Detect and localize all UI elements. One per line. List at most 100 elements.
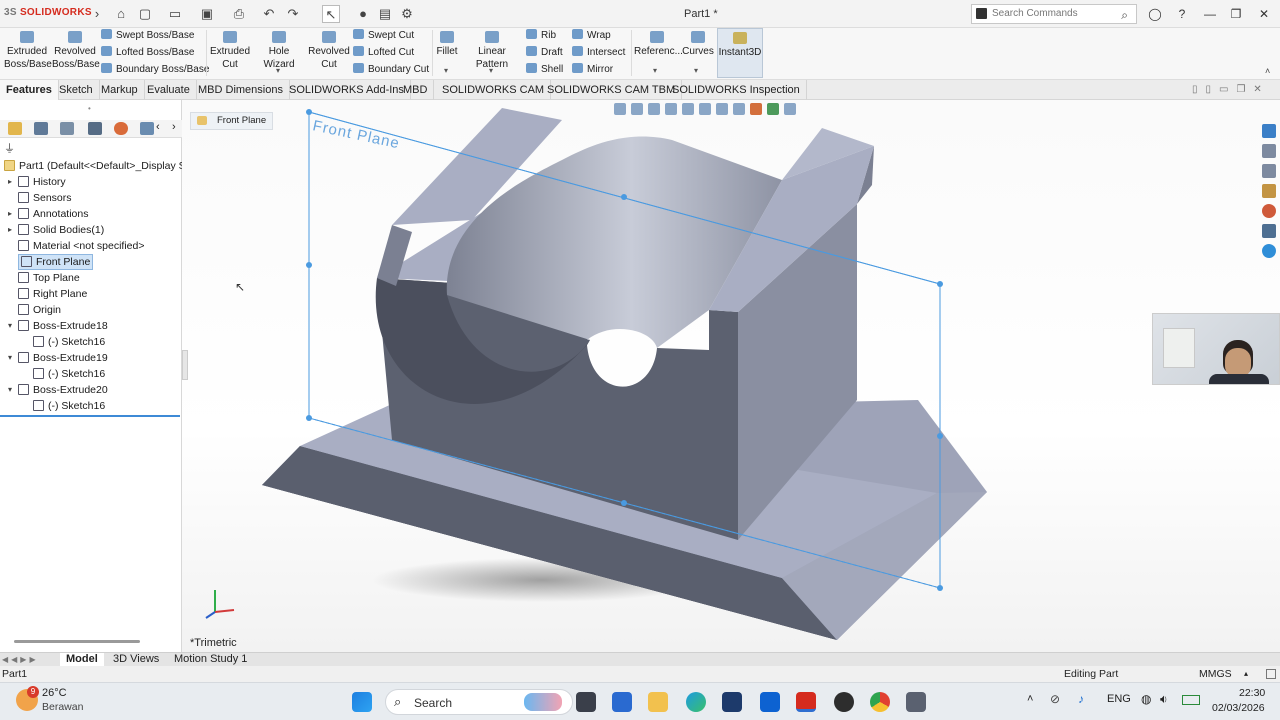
- feature-manager-icon[interactable]: [8, 122, 22, 135]
- traffic-light-icon[interactable]: ●: [354, 5, 372, 23]
- intersect-button[interactable]: Intersect: [572, 46, 625, 60]
- extruded-boss-button[interactable]: Extruded Boss/Base: [4, 31, 52, 71]
- tab-3d-views[interactable]: 3D Views: [107, 653, 165, 667]
- view-palette-icon[interactable]: [1262, 184, 1276, 198]
- tree-item[interactable]: Material <not specified>: [18, 238, 144, 254]
- status-bar-toggle-icon[interactable]: [1266, 669, 1276, 679]
- undo-icon[interactable]: ↶: [260, 5, 278, 23]
- chevron-down-icon[interactable]: ▾: [653, 66, 657, 75]
- chevron-down-icon[interactable]: ▾: [489, 66, 493, 75]
- magnifier-icon[interactable]: ⌕: [1121, 6, 1128, 24]
- language-indicator[interactable]: ENG: [1107, 693, 1131, 705]
- obs-icon[interactable]: [834, 692, 854, 712]
- scroll-right-icon[interactable]: ›: [172, 121, 176, 133]
- network-off-icon[interactable]: ⊘: [1050, 692, 1060, 706]
- units-selector[interactable]: MMGS: [1199, 666, 1232, 682]
- tab-model[interactable]: Model: [60, 653, 104, 667]
- account-icon[interactable]: ◯: [1145, 5, 1165, 23]
- expand-toggle-icon[interactable]: ▾: [8, 318, 12, 334]
- lofted-boss-button[interactable]: Lofted Boss/Base: [101, 46, 194, 60]
- search-commands-input[interactable]: Search Commands ⌕: [971, 4, 1137, 24]
- tree-item[interactable]: (-) Sketch16: [33, 366, 105, 382]
- file-explorer-taskbar-icon[interactable]: [648, 692, 668, 712]
- tab-solidworks-cam-tbm[interactable]: SOLIDWORKS CAM TBM: [541, 80, 683, 100]
- reference-geometry-button[interactable]: Referenc...: [634, 31, 683, 58]
- tree-item[interactable]: ▾ Boss-Extrude18: [8, 318, 108, 334]
- tab-markup[interactable]: Markup: [95, 80, 145, 100]
- select-arrow-icon[interactable]: ↖: [322, 5, 340, 23]
- property-manager-icon[interactable]: [34, 122, 48, 135]
- boundary-cut-button[interactable]: Boundary Cut: [353, 63, 429, 77]
- swept-cut-button[interactable]: Swept Cut: [353, 29, 414, 43]
- tab-solidworks-cam[interactable]: SOLIDWORKS CAM: [436, 80, 552, 100]
- tree-item[interactable]: Right Plane: [18, 286, 87, 302]
- graphics-area[interactable]: Front Plane Front Plane ↖ *Trimetric: [182, 100, 1280, 652]
- plane-handle[interactable]: [306, 109, 312, 115]
- save-icon[interactable]: ▣: [198, 5, 216, 23]
- filter-icon[interactable]: ⏚: [4, 140, 15, 156]
- help-icon[interactable]: ?: [1172, 5, 1192, 23]
- revolved-boss-button[interactable]: Revolved Boss/Base: [52, 31, 100, 71]
- close-button[interactable]: ✕: [1254, 5, 1274, 23]
- plane-handle[interactable]: [306, 262, 312, 268]
- tree-item[interactable]: ▾ Boss-Extrude20: [8, 382, 108, 398]
- pane-splitter-handle[interactable]: [182, 350, 188, 380]
- model-3d-view[interactable]: Front Plane: [182, 100, 1280, 652]
- tab-scroll-icons[interactable]: ◀◀▶▶: [2, 655, 39, 664]
- clock-time[interactable]: 22:30: [1239, 687, 1265, 699]
- expand-toggle-icon[interactable]: ▾: [8, 350, 12, 366]
- curves-button[interactable]: Curves: [682, 31, 714, 58]
- tree-item[interactable]: Top Plane: [18, 270, 80, 286]
- display-manager-icon[interactable]: [114, 122, 128, 135]
- instant3d-button[interactable]: Instant3D: [717, 28, 763, 78]
- draft-button[interactable]: Draft: [526, 46, 563, 60]
- dimxpert-icon[interactable]: [88, 122, 102, 135]
- viewport-window-controls[interactable]: ▯▯▭❐✕: [1192, 84, 1270, 95]
- expand-toggle-icon[interactable]: ▸: [8, 174, 12, 190]
- tree-item[interactable]: Front Plane: [18, 254, 94, 270]
- custom-properties-icon[interactable]: [1262, 224, 1276, 238]
- expand-toggle-icon[interactable]: ▾: [8, 382, 12, 398]
- chevron-down-icon[interactable]: ▾: [694, 66, 698, 75]
- plane-handle[interactable]: [937, 585, 943, 591]
- solidworks-taskbar-icon[interactable]: [796, 692, 816, 712]
- minimize-button[interactable]: —: [1200, 5, 1220, 23]
- plane-handle[interactable]: [621, 500, 627, 506]
- wrap-button[interactable]: Wrap: [572, 29, 611, 43]
- app-icon[interactable]: [722, 692, 742, 712]
- configuration-manager-icon[interactable]: [60, 122, 74, 135]
- design-library-icon[interactable]: [1262, 144, 1276, 158]
- chevron-down-icon[interactable]: ▾: [276, 66, 280, 75]
- chrome-icon[interactable]: [870, 692, 890, 712]
- tree-item[interactable]: ▸ Solid Bodies(1): [8, 222, 104, 238]
- tree-item[interactable]: Sensors: [18, 190, 72, 206]
- task-view-icon[interactable]: [576, 692, 596, 712]
- solidworks-logo[interactable]: 3S SOLIDWORKS: [4, 7, 92, 18]
- show-hidden-icons[interactable]: ˄: [1027, 693, 1033, 705]
- weather-desc[interactable]: Berawan: [42, 701, 83, 713]
- rollback-bar[interactable]: [0, 415, 180, 417]
- restore-button[interactable]: ❐: [1226, 5, 1246, 23]
- print-icon[interactable]: ⎙: [230, 5, 248, 23]
- tree-item[interactable]: (-) Sketch16: [33, 398, 105, 414]
- appearances-icon[interactable]: [1262, 204, 1276, 218]
- mirror-button[interactable]: Mirror: [572, 63, 613, 77]
- lofted-cut-button[interactable]: Lofted Cut: [353, 46, 414, 60]
- tab-motion-study[interactable]: Motion Study 1: [168, 653, 253, 667]
- rib-button[interactable]: Rib: [526, 29, 556, 43]
- shell-button[interactable]: Shell: [526, 63, 563, 77]
- clock-date[interactable]: 02/03/2026: [1212, 702, 1265, 714]
- volume-icon[interactable]: 🔉︎: [1160, 692, 1168, 707]
- plane-handle[interactable]: [937, 281, 943, 287]
- tree-item[interactable]: ▸ Annotations: [8, 206, 88, 222]
- boundary-boss-button[interactable]: Boundary Boss/Base: [101, 63, 209, 77]
- tab-evaluate[interactable]: Evaluate: [141, 80, 197, 100]
- tab-mbd-dimensions[interactable]: MBD Dimensions: [192, 80, 290, 100]
- taskbar-search-box[interactable]: ⌕ Search: [385, 689, 573, 715]
- tab-sketch[interactable]: Sketch: [53, 80, 100, 100]
- linear-pattern-button[interactable]: Linear Pattern: [462, 31, 522, 71]
- tree-item[interactable]: ▸ History: [8, 174, 66, 190]
- plane-handle[interactable]: [937, 433, 943, 439]
- fillet-button[interactable]: Fillet: [434, 31, 460, 58]
- windows-start-icon[interactable]: [352, 692, 372, 712]
